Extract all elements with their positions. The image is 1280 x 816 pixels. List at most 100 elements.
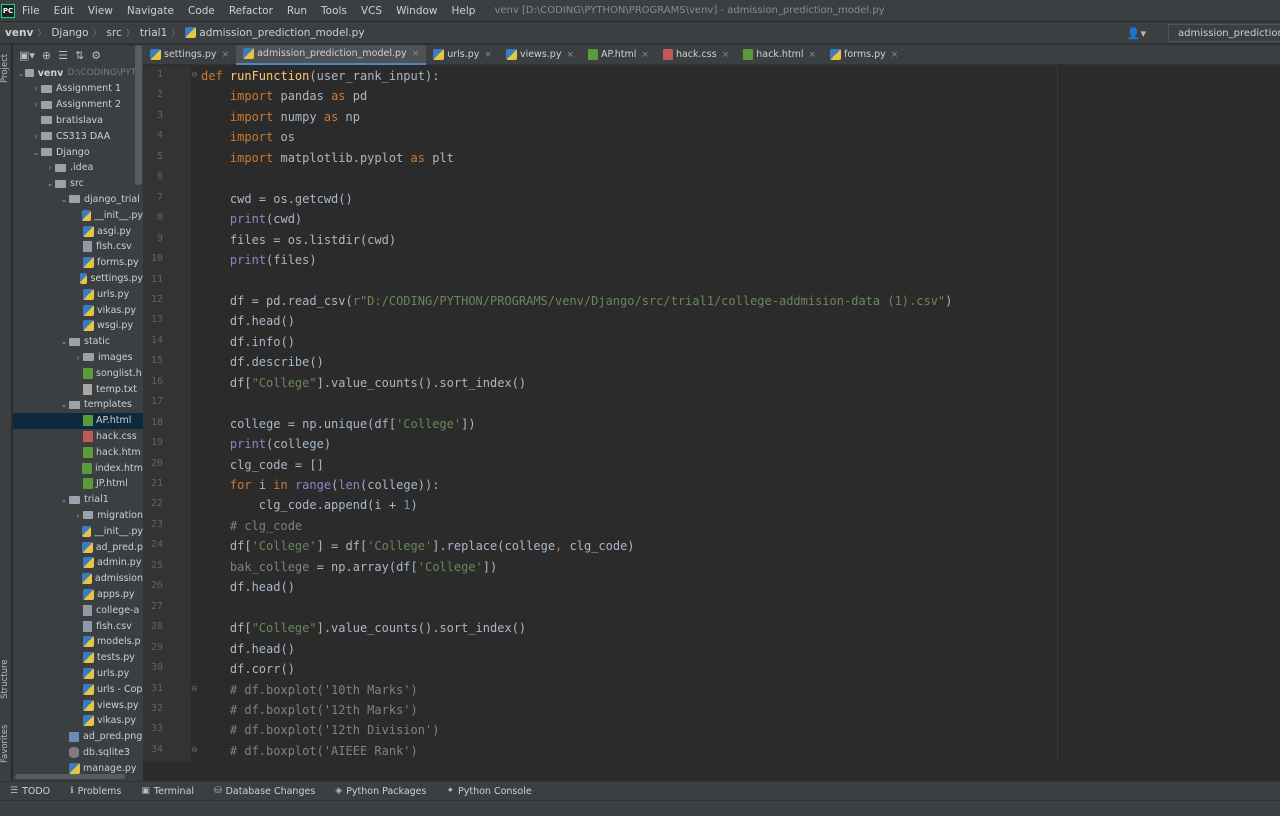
code-line[interactable]: df.corr()	[201, 661, 295, 677]
tab-ap-html[interactable]: AP.html ×	[581, 45, 656, 65]
code-line[interactable]: bak_college = np.array(df['College'])	[201, 559, 497, 575]
tab-admission-prediction-model-py[interactable]: admission_prediction_model.py ×	[236, 44, 427, 65]
close-icon[interactable]: ×	[412, 49, 420, 59]
tree-item-bratislava[interactable]: bratislava	[13, 112, 143, 128]
gear-icon[interactable]: ⚙	[91, 49, 101, 62]
fold-marker-icon[interactable]: ⊖	[191, 745, 198, 754]
tree-item-trial1[interactable]: ⌄ trial1	[13, 492, 143, 508]
tab-settings-py[interactable]: settings.py ×	[143, 45, 236, 65]
tree-item-images[interactable]: › images	[13, 349, 143, 365]
menu-run[interactable]: Run	[280, 5, 314, 17]
tree-item-ad-pred-png[interactable]: ad_pred.png	[13, 729, 143, 745]
tree-item-django-trial[interactable]: ⌄ django_trial	[13, 191, 143, 207]
close-icon[interactable]: ×	[566, 50, 574, 60]
collapse-all-icon[interactable]: ☰	[58, 49, 68, 62]
close-icon[interactable]: ×	[722, 50, 730, 60]
tool-terminal[interactable]: ▣ Terminal	[131, 786, 204, 797]
breadcrumb-file[interactable]: admission_prediction_model.py	[180, 27, 365, 39]
tree-item-models-p[interactable]: models.p	[13, 634, 143, 650]
tab-views-py[interactable]: views.py ×	[499, 45, 581, 65]
breadcrumb-venv[interactable]: venv	[0, 27, 33, 39]
structure-tool-tab[interactable]: Structure	[0, 655, 12, 703]
menu-code[interactable]: Code	[181, 5, 222, 17]
tree-item-init-py[interactable]: __init__.py	[13, 207, 143, 223]
chevron-right-icon[interactable]: ›	[73, 353, 83, 362]
project-view-icon[interactable]: ▣▾	[19, 49, 35, 62]
chevron-down-icon[interactable]: ⌄	[31, 148, 41, 157]
breadcrumb-django[interactable]: Django	[46, 27, 88, 39]
favorites-tool-tab[interactable]: Favorites	[0, 721, 12, 767]
chevron-right-icon[interactable]: ›	[45, 163, 55, 172]
tree-item-assignment-1[interactable]: › Assignment 1	[13, 81, 143, 97]
code-line[interactable]: df["College"].value_counts().sort_index(…	[201, 620, 526, 636]
tree-item-fish-csv[interactable]: fish.csv	[13, 239, 143, 255]
code-line[interactable]: df['College'] = df['College'].replace(co…	[201, 538, 635, 554]
tree-item-admin-py[interactable]: admin.py	[13, 555, 143, 571]
chevron-down-icon[interactable]: ⌄	[17, 69, 25, 78]
tree-item-static[interactable]: ⌄ static	[13, 334, 143, 350]
code-line[interactable]: for i in range(len(college)):	[201, 477, 440, 493]
fold-marker-icon[interactable]: ⊖	[191, 684, 198, 693]
menu-help[interactable]: Help	[445, 5, 483, 17]
menu-edit[interactable]: Edit	[47, 5, 81, 17]
tree-item-cs313-daa[interactable]: › CS313 DAA	[13, 128, 143, 144]
tool-todo[interactable]: ☰ TODO	[0, 786, 60, 797]
breadcrumb-src[interactable]: src	[102, 27, 122, 39]
tree-item-forms-py[interactable]: forms.py	[13, 255, 143, 271]
tree-item-hack-css[interactable]: hack.css	[13, 428, 143, 444]
menu-navigate[interactable]: Navigate	[120, 5, 181, 17]
tab-urls-py[interactable]: urls.py ×	[426, 45, 499, 65]
tree-item-settings-py[interactable]: settings.py	[13, 270, 143, 286]
tree-item-admission[interactable]: admission	[13, 571, 143, 587]
menu-tools[interactable]: Tools	[314, 5, 354, 17]
fold-marker-icon[interactable]: ⊖	[191, 70, 198, 79]
tree-item-db-sqlite3[interactable]: db.sqlite3	[13, 744, 143, 760]
tree-item-urls-py[interactable]: urls.py	[13, 286, 143, 302]
tool-python-console[interactable]: ✦ Python Console	[436, 786, 541, 797]
tree-item-templates[interactable]: ⌄ templates	[13, 397, 143, 413]
tree-item-vikas-py[interactable]: vikas.py	[13, 713, 143, 729]
chevron-right-icon[interactable]: ›	[31, 100, 41, 109]
tree-item-fish-csv[interactable]: fish.csv	[13, 618, 143, 634]
code-line[interactable]: files = os.listdir(cwd)	[201, 232, 396, 248]
menu-view[interactable]: View	[81, 5, 120, 17]
code-line[interactable]: # df.boxplot('10th Marks')	[201, 682, 418, 698]
chevron-down-icon[interactable]: ⌄	[59, 337, 69, 346]
code-line[interactable]: df = pd.read_csv(r"D:/CODING/PYTHON/PROG…	[201, 293, 952, 309]
tool-problems[interactable]: ℹ Problems	[60, 786, 131, 797]
close-icon[interactable]: ×	[484, 50, 492, 60]
code-line[interactable]: cwd = os.getcwd()	[201, 191, 353, 207]
menu-refactor[interactable]: Refactor	[222, 5, 280, 17]
menu-window[interactable]: Window	[389, 5, 444, 17]
code-line[interactable]: print(files)	[201, 252, 317, 268]
code-line[interactable]: import numpy as np	[201, 109, 360, 125]
tree-item-venv[interactable]: ⌄ venv D:\CODING\PYTH	[13, 65, 143, 81]
chevron-down-icon[interactable]: ⌄	[59, 400, 69, 409]
tree-item-asgi-py[interactable]: asgi.py	[13, 223, 143, 239]
code-line[interactable]: def runFunction(user_rank_input):	[201, 68, 439, 84]
tree-item-wsgi-py[interactable]: wsgi.py	[13, 318, 143, 334]
menu-vcs[interactable]: VCS	[354, 5, 389, 17]
code-line[interactable]: # df.boxplot('12th Marks')	[201, 702, 418, 718]
tree-item-temp-txt[interactable]: temp.txt	[13, 381, 143, 397]
tree-item-init-py[interactable]: __init__.py	[13, 523, 143, 539]
project-tool-tab[interactable]: Project	[0, 51, 12, 85]
tree-item-apps-py[interactable]: apps.py	[13, 586, 143, 602]
tree-item-jp-html[interactable]: JP.html	[13, 476, 143, 492]
code-line[interactable]: df["College"].value_counts().sort_index(…	[201, 375, 526, 391]
code-line[interactable]: df.head()	[201, 313, 295, 329]
chevron-down-icon[interactable]: ⌄	[59, 195, 69, 204]
tree-horizontal-scrollbar[interactable]	[15, 774, 125, 779]
code-line[interactable]: college = np.unique(df['College'])	[201, 416, 476, 432]
tree-item-hack-htm[interactable]: hack.htm	[13, 444, 143, 460]
tree-item-songlist-h[interactable]: songlist.h	[13, 365, 143, 381]
close-icon[interactable]: ×	[808, 50, 816, 60]
tree-item-tests-py[interactable]: tests.py	[13, 650, 143, 666]
menu-file[interactable]: File	[15, 5, 47, 17]
chevron-right-icon[interactable]: ›	[31, 84, 41, 93]
tab-forms-py[interactable]: forms.py ×	[823, 45, 905, 65]
code-line[interactable]: clg_code.append(i + 1)	[201, 497, 418, 513]
code-line[interactable]: df.head()	[201, 579, 295, 595]
code-line[interactable]: # df.boxplot('AIEEE Rank')	[201, 743, 418, 759]
tree-item-idea[interactable]: › .idea	[13, 160, 143, 176]
